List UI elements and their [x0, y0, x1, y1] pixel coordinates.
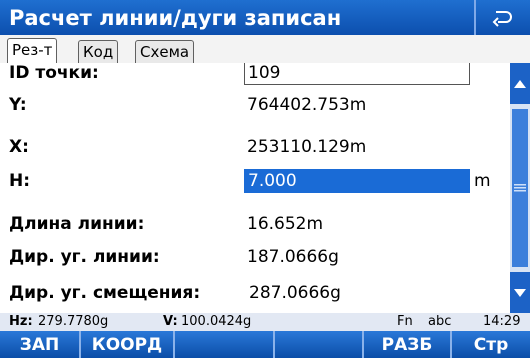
y-value: 764402.753m: [247, 95, 367, 115]
scroll-thumb[interactable]: [512, 109, 528, 267]
row-offset-bearing: Дир. уг. смещения: 287.0666g: [0, 279, 510, 307]
hz-label: Hz:: [9, 314, 33, 329]
h-input[interactable]: 7.000: [244, 169, 470, 193]
scroll-up-button[interactable]: [510, 63, 530, 104]
softkey-bar: ЗАП КООРД РАЗБ Стр: [0, 331, 530, 358]
hz-value: 279.7780g: [38, 314, 109, 329]
back-button[interactable]: [474, 0, 530, 35]
row-point-id: ID точки: 109: [0, 63, 510, 87]
softkey-4[interactable]: [275, 331, 364, 358]
triangle-down-icon: [514, 288, 526, 297]
row-x: X: 253110.129m: [0, 133, 510, 161]
y-label: Y:: [9, 95, 27, 115]
line-length-label: Длина линии:: [9, 214, 145, 234]
softkey-save[interactable]: ЗАП: [0, 331, 81, 358]
row-y: Y: 764402.753m: [0, 91, 510, 119]
line-bearing-value: 187.0666g: [247, 247, 339, 267]
scroll-down-button[interactable]: [510, 272, 530, 313]
tab-result[interactable]: Рез-т: [7, 38, 58, 63]
h-unit: m: [474, 171, 491, 191]
row-line-length: Длина линии: 16.652m: [0, 210, 510, 238]
offset-bearing-label: Дир. уг. смещения:: [9, 283, 201, 303]
v-value: 100.0424g: [181, 314, 252, 329]
grip-icon: [514, 184, 526, 192]
title-bar: Расчет линии/дуги записан: [0, 0, 530, 35]
scrollbar[interactable]: [510, 63, 530, 313]
point-id-input[interactable]: 109: [244, 63, 470, 85]
h-label: H:: [9, 171, 31, 191]
row-h: H: 7.000 m: [0, 167, 510, 195]
line-length-value: 16.652m: [247, 214, 324, 234]
fn-indicator: Fn: [397, 314, 413, 329]
status-bar: Hz: 279.7780g V: 100.0424g Fn abc 14:29: [0, 313, 530, 331]
point-id-label: ID точки:: [9, 63, 99, 83]
x-value: 253110.129m: [247, 137, 367, 157]
input-mode-indicator: abc: [428, 314, 452, 329]
x-label: X:: [9, 137, 29, 157]
softkey-page[interactable]: Стр: [452, 331, 530, 358]
result-panel: ID точки: 109 Y: 764402.753m X: 253110.1…: [0, 63, 510, 313]
tab-bar: Рез-т Код Схема: [0, 35, 530, 63]
row-line-bearing: Дир. уг. линии: 187.0666g: [0, 243, 510, 271]
window-title: Расчет линии/дуги записан: [9, 5, 342, 30]
line-bearing-label: Дир. уг. линии:: [9, 247, 160, 267]
softkey-stakeout[interactable]: РАЗБ: [364, 331, 452, 358]
triangle-up-icon: [514, 79, 526, 88]
softkey-3[interactable]: [175, 331, 275, 358]
clock: 14:29: [483, 314, 521, 329]
softkey-coords[interactable]: КООРД: [81, 331, 175, 358]
tab-code[interactable]: Код: [78, 40, 119, 63]
v-label: V:: [163, 314, 178, 329]
tab-scheme[interactable]: Схема: [135, 40, 195, 63]
offset-bearing-value: 287.0666g: [249, 283, 341, 303]
back-arrow-icon: [492, 10, 512, 27]
